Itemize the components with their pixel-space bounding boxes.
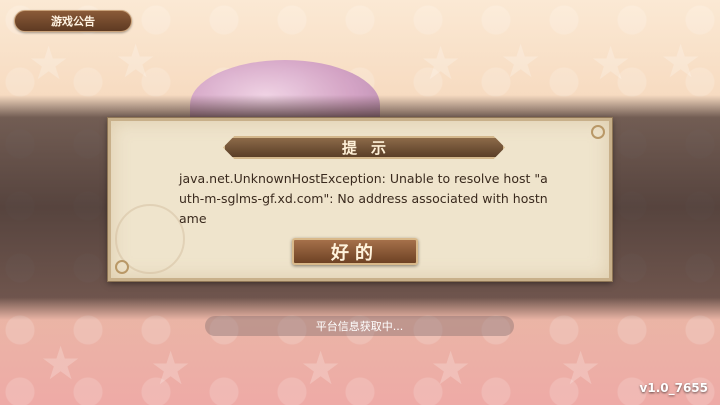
corner-ornament-icon bbox=[591, 125, 605, 139]
dialog-title: 提示 bbox=[223, 136, 505, 159]
star-decoration-icon: ★ bbox=[500, 34, 542, 88]
star-decoration-icon: ★ bbox=[590, 36, 632, 90]
star-decoration-icon: ★ bbox=[40, 336, 82, 390]
star-decoration-icon: ★ bbox=[430, 341, 472, 395]
notice-button[interactable]: 游戏公告 bbox=[14, 10, 132, 32]
dialog-title-text: 提示 bbox=[341, 139, 400, 157]
ok-button[interactable]: 好的 bbox=[292, 238, 418, 265]
star-decoration-icon: ★ bbox=[28, 36, 70, 90]
version-label: v1.0_7655 bbox=[639, 381, 708, 395]
alert-dialog: 提示 java.net.UnknownHostException: Unable… bbox=[107, 117, 613, 282]
star-decoration-icon: ★ bbox=[115, 34, 157, 88]
dialog-message: java.net.UnknownHostException: Unable to… bbox=[179, 171, 548, 226]
corner-ornament-icon bbox=[115, 260, 129, 274]
star-decoration-icon: ★ bbox=[300, 341, 342, 395]
star-decoration-icon: ★ bbox=[660, 34, 702, 88]
loading-status-bar: 平台信息获取中... bbox=[205, 316, 514, 336]
star-decoration-icon: ★ bbox=[560, 341, 602, 395]
star-decoration-icon: ★ bbox=[150, 341, 192, 395]
star-decoration-icon: ★ bbox=[420, 36, 462, 90]
notice-button-label: 游戏公告 bbox=[51, 15, 95, 28]
ok-button-label: 好的 bbox=[331, 242, 379, 264]
loading-status-text: 平台信息获取中... bbox=[315, 320, 404, 333]
